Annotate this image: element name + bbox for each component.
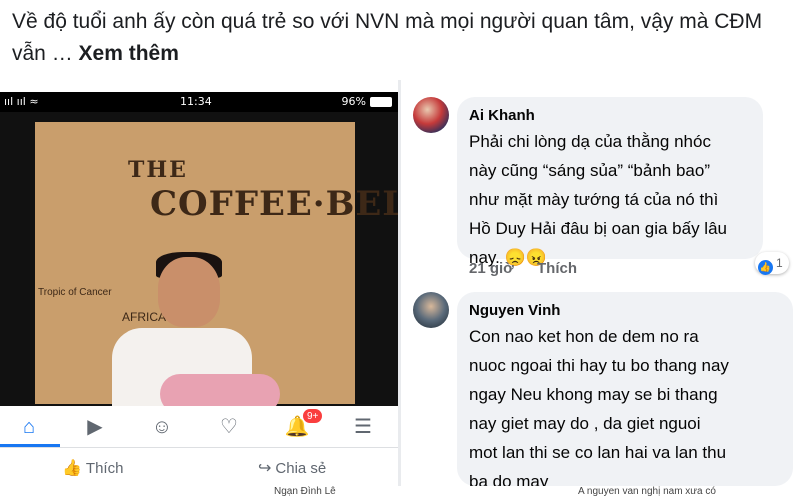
like-label: Thích xyxy=(85,460,124,477)
battery-percent: 96% xyxy=(341,95,366,108)
reaction-count: 1 xyxy=(776,256,783,270)
share-button[interactable]: ↪ Chia sẻ xyxy=(258,458,326,478)
share-arrow-icon: ↪ xyxy=(258,460,272,477)
post-action-bar: 👍 Thích ↪ Chia sẻ xyxy=(0,448,398,490)
photo-sign-main: COFFEE·BELT xyxy=(150,184,398,224)
post-caption: Về độ tuổi anh ấy còn quá trẻ so với NVN… xyxy=(12,6,792,70)
like-button[interactable]: 👍 Thích xyxy=(62,458,123,478)
bottom-nav-bar: ⌂ ▶ ☺ ♡ 🔔 9+ ☰ xyxy=(0,406,398,448)
thumbs-up-icon: 👍 xyxy=(62,460,82,477)
photo-sign-the: THE xyxy=(128,157,188,183)
post-photo[interactable]: THE COFFEE·BELT Tropic of Cancer AFRICA xyxy=(0,112,398,406)
video-icon[interactable]: ▶ xyxy=(82,414,108,440)
comment-bubble: Ai Khanh Phải chi lòng dạ của thằng nhóc… xyxy=(457,97,763,267)
battery-icon xyxy=(370,97,392,107)
cut-comment-text: A nguyen van nghị nam xưa có xyxy=(578,486,716,497)
groups-icon[interactable]: ☺ xyxy=(149,414,175,440)
comment-author[interactable]: Nguyen Vinh xyxy=(469,300,781,322)
photo-person-face xyxy=(158,257,220,327)
see-more-link[interactable]: Xem thêm xyxy=(79,42,179,65)
avatar[interactable] xyxy=(413,97,449,133)
comment-like-link[interactable]: Thích xyxy=(537,260,577,277)
notification-badge: 9+ xyxy=(302,408,324,424)
signal-icon: ııl ııl ≈ xyxy=(4,95,39,108)
reaction-count-badge[interactable]: 👍 1 xyxy=(755,252,789,275)
photo-baby xyxy=(160,374,280,406)
like-reaction-icon: 👍 xyxy=(758,260,773,275)
photo-map-label: AFRICA xyxy=(122,310,167,324)
comment-text: Phải chi lòng dạ của thằng nhóc này cũng… xyxy=(469,132,727,267)
comment-text: Con nao ket hon de dem no ra nuoc ngoai … xyxy=(469,327,729,491)
menu-icon[interactable]: ☰ xyxy=(350,414,376,440)
status-time: 11:34 xyxy=(180,95,212,108)
bottom-cut-strip: Ngạn Đình Lê A nguyen van nghị nam xưa c… xyxy=(0,486,800,500)
cut-author-name: Ngạn Đình Lê xyxy=(274,486,336,497)
phone-screenshot: ııl ııl ≈ 11:34 96% THE COFFEE·BELT Trop… xyxy=(0,92,398,500)
photo-map-label: Tropic of Cancer xyxy=(38,287,112,298)
share-label: Chia sẻ xyxy=(275,460,327,477)
comments-screenshot: Ai Khanh Phải chi lòng dạ của thằng nhóc… xyxy=(401,80,800,491)
avatar[interactable] xyxy=(413,292,449,328)
dating-heart-icon[interactable]: ♡ xyxy=(216,414,242,440)
comment-author[interactable]: Ai Khanh xyxy=(469,105,751,127)
comment-timestamp[interactable]: 21 giờ xyxy=(469,260,514,277)
comment-bubble: Nguyen Vinh Con nao ket hon de dem no ra… xyxy=(457,292,793,491)
status-bar: ııl ııl ≈ 11:34 96% xyxy=(0,92,398,112)
home-icon[interactable]: ⌂ xyxy=(16,414,42,440)
nav-active-indicator xyxy=(0,444,60,447)
